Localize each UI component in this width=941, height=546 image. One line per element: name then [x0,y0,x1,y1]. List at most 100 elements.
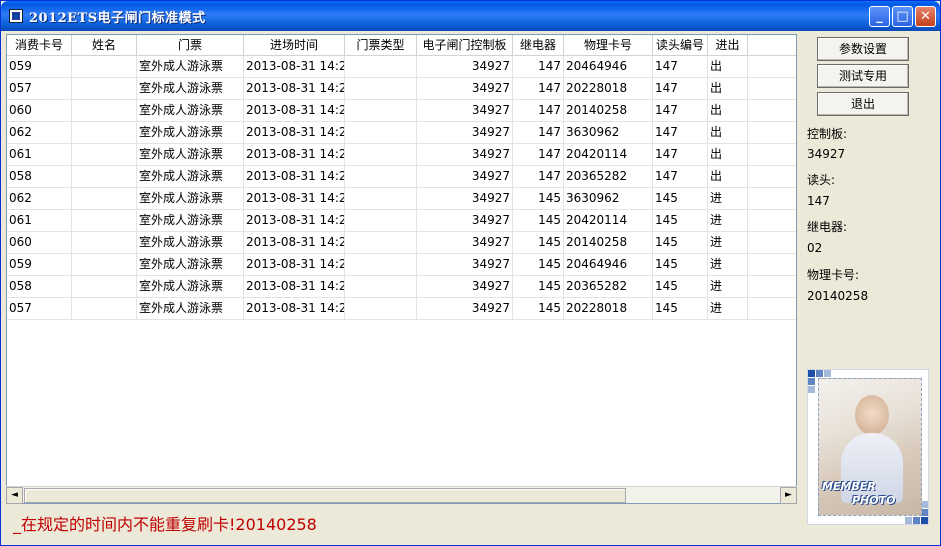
table-cell: 145 [513,254,564,276]
exit-button[interactable]: 退出 [817,92,909,116]
table-cell [345,122,417,144]
table-cell: 出 [708,166,748,188]
table-cell: 进 [708,254,748,276]
scroll-right-arrow-icon[interactable]: ► [780,487,797,504]
table-cell: 2013-08-31 14:25 [244,166,345,188]
table-cell: 室外成人游泳票 [137,276,244,298]
scroll-thumb[interactable] [24,488,626,503]
settings-button[interactable]: 参数设置 [817,37,909,61]
table-cell: 2013-08-31 14:24 [244,298,345,320]
table-cell: 室外成人游泳票 [137,56,244,78]
photo-square-icon [808,370,815,377]
table-cell: 060 [7,100,72,122]
table-cell: 147 [513,100,564,122]
table-cell [748,78,796,100]
table-cell: 145 [513,232,564,254]
table-row[interactable]: 060 室外成人游泳票 2013-08-31 14:25 34927 147 201402… [7,100,796,122]
table-cell: 出 [708,56,748,78]
table-cell: 室外成人游泳票 [137,254,244,276]
table-cell: 室外成人游泳票 [137,210,244,232]
maximize-button[interactable]: □ [892,6,913,27]
table-cell: 20140258 [564,232,653,254]
table-row[interactable]: 057 室外成人游泳票 2013-08-31 14:24 34927 145 202280… [7,298,796,320]
column-header[interactable]: 进场时间 [244,35,345,56]
test-button[interactable]: 测试专用 [817,64,909,88]
table-row[interactable]: 059 室外成人游泳票 2013-08-31 14:26 34927 147 204649… [7,56,796,78]
table-cell: 057 [7,78,72,100]
table-cell: 34927 [417,232,513,254]
table-row[interactable]: 061 室外成人游泳票 2013-08-31 14:24 34927 145 204201… [7,210,796,232]
table-cell: 059 [7,56,72,78]
table-cell [748,210,796,232]
table-cell: 20420114 [564,144,653,166]
photo-square-icon [921,501,928,508]
table-cell: 20420114 [564,210,653,232]
column-header[interactable]: 进出 [708,35,748,56]
table-cell [72,78,137,100]
table-cell [345,188,417,210]
card-number-value: 20140258 [807,289,869,303]
table-cell [72,254,137,276]
table-cell [72,276,137,298]
table-cell: 147 [653,122,708,144]
column-header[interactable]: 电子闸门控制板 [417,35,513,56]
table-cell [345,166,417,188]
column-header[interactable] [748,35,796,56]
table-cell: 2013-08-31 14:24 [244,210,345,232]
close-button[interactable]: ✕ [915,6,936,27]
photo-square-icon [808,386,815,393]
table-cell: 147 [513,166,564,188]
table-cell: 058 [7,166,72,188]
minimize-button[interactable]: _ [869,6,890,27]
table-cell: 2013-08-31 14:24 [244,254,345,276]
main-window: 2012ETS电子闸门标准模式 _ □ ✕ 消费卡号 姓名 门票 进场时间 门票类型 电子… [0,0,941,546]
scroll-left-arrow-icon[interactable]: ◄ [6,487,23,504]
column-header[interactable]: 消费卡号 [7,35,72,56]
table-cell: 20464946 [564,254,653,276]
table-row[interactable]: 059 室外成人游泳票 2013-08-31 14:24 34927 145 204649… [7,254,796,276]
table-cell [748,166,796,188]
table-cell: 进 [708,276,748,298]
table-cell: 室外成人游泳票 [137,78,244,100]
control-board-value: 34927 [807,147,846,161]
records-grid[interactable]: 消费卡号 姓名 门票 进场时间 门票类型 电子闸门控制板 继电器 物理卡号 读头编号 进出 059… [6,34,797,504]
table-cell: 室外成人游泳票 [137,122,244,144]
table-row[interactable]: 058 室外成人游泳票 2013-08-31 14:24 34927 145 203652… [7,276,796,298]
table-row[interactable]: 061 室外成人游泳票 2013-08-31 14:25 34927 147 204201… [7,144,796,166]
table-row[interactable]: 057 室外成人游泳票 2013-08-31 14:25 34927 147 202280… [7,78,796,100]
column-header[interactable]: 读头编号 [653,35,708,56]
table-cell: 34927 [417,122,513,144]
control-board-label: 控制板: [807,127,848,141]
table-cell: 147 [653,144,708,166]
column-header[interactable]: 门票类型 [345,35,417,56]
portrait-face-icon [855,395,889,435]
table-row[interactable]: 058 室外成人游泳票 2013-08-31 14:25 34927 147 203652… [7,166,796,188]
table-cell: 147 [653,166,708,188]
photo-square-icon [808,378,815,385]
relay-value: 02 [807,241,823,255]
table-cell: 3630962 [564,122,653,144]
table-cell [748,100,796,122]
horizontal-scrollbar[interactable]: ◄ ► [6,486,797,504]
table-cell: 34927 [417,78,513,100]
table-row[interactable]: 060 室外成人游泳票 2013-08-31 14:24 34927 145 201402… [7,232,796,254]
reader-label: 读头: [807,173,836,187]
table-cell: 20464946 [564,56,653,78]
table-cell: 147 [653,100,708,122]
column-header[interactable]: 门票 [137,35,244,56]
table-cell: 145 [513,188,564,210]
table-cell: 34927 [417,276,513,298]
table-row[interactable]: 062 室外成人游泳票 2013-08-31 14:25 34927 147 363096… [7,122,796,144]
table-cell [72,188,137,210]
table-cell: 进 [708,298,748,320]
table-cell: 2013-08-31 14:26 [244,56,345,78]
table-row[interactable]: 062 室外成人游泳票 2013-08-31 14:24 34927 145 363096… [7,188,796,210]
column-header[interactable]: 姓名 [72,35,137,56]
table-cell [345,78,417,100]
column-header[interactable]: 物理卡号 [564,35,653,56]
table-cell [345,298,417,320]
table-cell [748,144,796,166]
column-header[interactable]: 继电器 [513,35,564,56]
table-cell [748,232,796,254]
title-bar[interactable]: 2012ETS电子闸门标准模式 _ □ ✕ [1,1,940,31]
